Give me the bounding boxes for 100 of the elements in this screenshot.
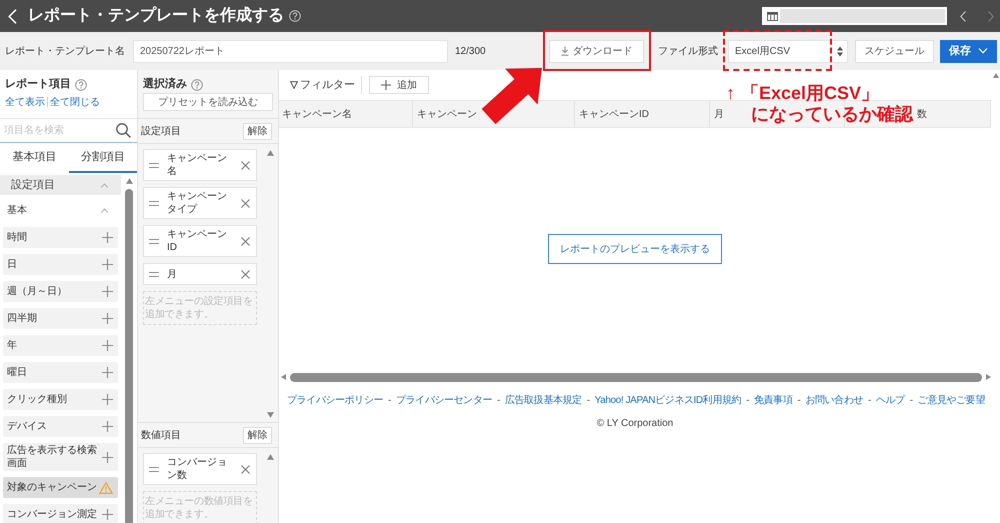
pointer-arrow	[481, 67, 543, 125]
chevron-left-icon[interactable]	[960, 10, 966, 22]
drop-hint: 左メニューの数値項目を追加できます。	[143, 491, 257, 523]
download-button[interactable]: ダウンロード	[549, 40, 644, 62]
search-icon[interactable]	[116, 123, 131, 138]
close-icon[interactable]	[241, 464, 250, 474]
chevron-right-icon[interactable]	[988, 10, 994, 22]
template-name-input[interactable]: 20250722レポート	[133, 40, 448, 62]
report-item[interactable]: 週（月～日）	[3, 281, 118, 302]
scrollbar[interactable]	[290, 372, 982, 382]
scroll-up-icon[interactable]	[992, 73, 998, 78]
group-title: 数値項目	[141, 428, 181, 442]
selected-item[interactable]: キャンペーン名	[143, 149, 257, 181]
link-separator: -	[910, 394, 913, 408]
scroll-down-icon[interactable]	[266, 412, 274, 418]
column-header: キャンペーン	[417, 108, 477, 122]
close-icon[interactable]	[241, 160, 250, 170]
report-item[interactable]: 広告を表示する検索画面	[3, 443, 118, 471]
report-item[interactable]: 曜日	[3, 362, 118, 383]
download-icon	[560, 46, 568, 56]
scroll-up-icon[interactable]	[266, 150, 274, 156]
close-icon[interactable]	[241, 198, 250, 208]
report-item[interactable]: 日	[3, 254, 118, 275]
drag-handle-icon[interactable]	[149, 466, 159, 472]
link-separator: -	[388, 394, 391, 408]
footer-link[interactable]: プライバシーポリシー	[287, 393, 384, 408]
drag-handle-icon[interactable]	[149, 162, 159, 168]
schedule-button[interactable]: スケジュール	[855, 40, 934, 62]
selected-item[interactable]: キャンペーンID	[143, 225, 257, 257]
tab[interactable]: 基本項目	[0, 143, 68, 173]
scroll-up-icon[interactable]	[126, 178, 132, 184]
scrollbar[interactable]	[125, 189, 133, 523]
plus-icon[interactable]	[102, 340, 113, 351]
column-header: 月	[714, 108, 724, 122]
plus-icon[interactable]	[102, 259, 113, 270]
search-field[interactable]: 項目名を検索	[4, 119, 104, 142]
save-button[interactable]: 保存	[940, 40, 997, 62]
footer-link[interactable]: Yahoo! JAPANビジネスID利用規約	[594, 393, 742, 408]
scroll-up-icon[interactable]	[266, 454, 274, 460]
report-item[interactable]: 時間	[3, 227, 118, 248]
selected-item[interactable]: 月	[143, 263, 257, 285]
close-icon[interactable]	[241, 236, 250, 246]
text-link[interactable]: 全て表示	[5, 94, 45, 110]
selected-item[interactable]: コンバージョン数	[143, 453, 257, 485]
group-header[interactable]: 基本	[0, 198, 121, 222]
report-item[interactable]: コンバージョン測定	[3, 504, 118, 523]
plus-icon[interactable]	[102, 232, 113, 243]
warning-icon	[99, 482, 113, 494]
drag-handle-icon[interactable]	[149, 272, 159, 276]
selected-item[interactable]: キャンペーンタイプ	[143, 187, 257, 219]
footer-link[interactable]: ヘルプ	[876, 393, 905, 408]
text-link[interactable]: 全て閉じる	[50, 94, 100, 110]
footer-link[interactable]: 免責事項	[754, 393, 792, 408]
plus-icon[interactable]	[102, 421, 113, 432]
footer-link[interactable]: ご意見やご要望	[918, 393, 985, 408]
scroll-right-icon[interactable]	[986, 374, 991, 380]
column-header: キャンペーンID	[579, 108, 649, 122]
panel-title: レポート項目	[5, 77, 71, 92]
back-icon[interactable]	[8, 8, 17, 24]
add-button[interactable]: 追加	[369, 76, 429, 94]
report-item[interactable]: 四半期	[3, 308, 118, 329]
plus-icon[interactable]	[102, 286, 113, 297]
plus-icon[interactable]	[102, 313, 113, 324]
plus-icon[interactable]	[102, 509, 113, 520]
filter-icon	[290, 81, 298, 89]
account-field[interactable]	[762, 7, 947, 25]
chevron-up-icon[interactable]	[100, 182, 109, 188]
drag-handle-icon[interactable]	[149, 238, 159, 244]
group-title: 設定項目	[141, 124, 181, 138]
link-separator: -	[586, 394, 590, 408]
drag-handle-icon[interactable]	[149, 200, 159, 206]
clear-button[interactable]: 解除	[243, 122, 272, 140]
footer-link[interactable]: お問い合わせ	[805, 393, 863, 408]
report-item[interactable]: 年	[3, 335, 118, 356]
close-icon[interactable]	[241, 270, 250, 278]
chevron-down-icon[interactable]	[978, 48, 988, 54]
plus-icon[interactable]	[102, 452, 113, 462]
report-item[interactable]: クリック種別	[3, 389, 118, 410]
char-count: 12/300	[455, 44, 486, 58]
help-icon[interactable]	[75, 78, 87, 90]
preset-button[interactable]: プリセットを読み込む	[143, 93, 273, 111]
footer-link[interactable]: 広告取扱基本規定	[504, 393, 582, 408]
help-icon[interactable]	[191, 78, 203, 90]
plus-icon[interactable]	[102, 367, 113, 378]
filter-button[interactable]: フィルター	[290, 76, 355, 94]
file-format-select[interactable]: Excel用CSV	[728, 40, 848, 62]
copyright-text: © LY Corporation	[596, 417, 674, 431]
page-title: レポート・テンプレートを作成する	[28, 8, 284, 24]
scroll-left-icon[interactable]	[281, 374, 286, 380]
plus-icon[interactable]	[102, 394, 113, 405]
footer-link[interactable]: プライバシーセンター	[396, 393, 492, 408]
report-item[interactable]: 対象のキャンペーン	[3, 477, 118, 498]
drop-hint: 左メニューの設定項目を追加できます。	[143, 291, 257, 325]
preview-button[interactable]: レポートのプレビューを表示する	[548, 234, 722, 264]
help-icon[interactable]	[289, 10, 301, 22]
chevron-up-icon[interactable]	[100, 208, 109, 212]
section-header[interactable]: 設定項目	[0, 175, 121, 195]
clear-button[interactable]: 解除	[243, 426, 272, 444]
report-item[interactable]: デバイス	[3, 416, 118, 437]
callout-text: 「Excel用CSV」 になっているか確認	[741, 83, 913, 125]
